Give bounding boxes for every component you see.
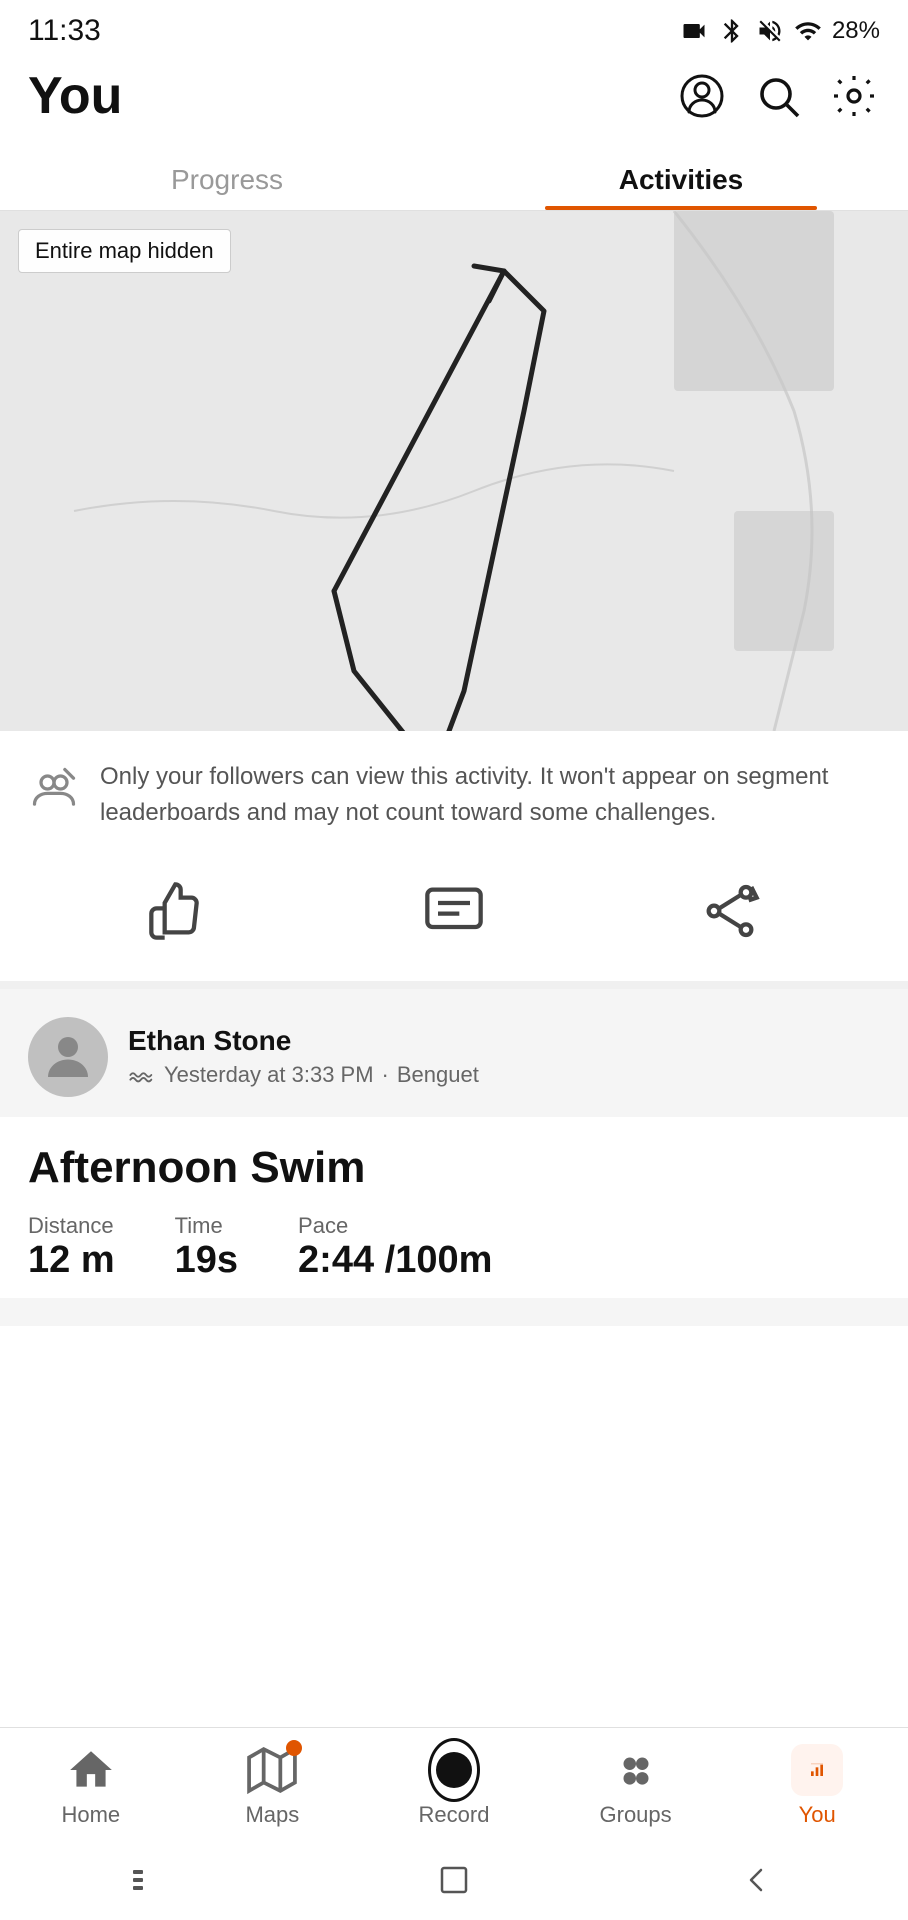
header-icons — [676, 70, 880, 122]
stat-distance-value: 12 m — [28, 1239, 115, 1282]
search-button[interactable] — [752, 70, 804, 122]
camera-status-icon — [680, 17, 708, 45]
activity-time: Yesterday at 3:33 PM — [164, 1062, 374, 1088]
map-area: Entire map hidden — [0, 211, 908, 731]
status-time: 11:33 — [28, 14, 101, 48]
stat-pace-label: Pace — [298, 1213, 492, 1239]
nav-you-label: You — [799, 1802, 836, 1828]
activity-dot: · — [382, 1062, 389, 1088]
map-svg — [0, 211, 908, 731]
record-nav-icon — [428, 1744, 480, 1796]
profile-button[interactable] — [676, 70, 728, 122]
nav-record[interactable]: Record — [404, 1744, 504, 1828]
share-button[interactable] — [690, 871, 770, 951]
nav-groups[interactable]: Groups — [586, 1744, 686, 1828]
nav-home[interactable]: Home — [41, 1744, 141, 1828]
sys-nav-home[interactable] — [424, 1860, 484, 1900]
activity-stats: Distance 12 m Time 19s Pace 2:44 /100m — [28, 1213, 880, 1298]
user-info: Ethan Stone Yesterday at 3:33 PM · Bengu… — [128, 1025, 479, 1089]
home-nav-icon — [65, 1744, 117, 1796]
you-nav-icon — [791, 1744, 843, 1796]
battery-text: 28% — [832, 17, 880, 45]
stat-pace-value: 2:44 /100m — [298, 1239, 492, 1282]
nav-groups-label: Groups — [600, 1802, 672, 1828]
activity-title: Afternoon Swim — [28, 1133, 880, 1193]
tab-progress[interactable]: Progress — [0, 146, 454, 210]
settings-button[interactable] — [828, 70, 880, 122]
activity-meta: Yesterday at 3:33 PM · Benguet — [128, 1061, 479, 1089]
maps-badge — [286, 1740, 302, 1756]
swim-icon — [128, 1061, 156, 1089]
activity-user: Ethan Stone Yesterday at 3:33 PM · Bengu… — [28, 1017, 880, 1097]
tab-activities[interactable]: Activities — [454, 146, 908, 210]
like-button[interactable] — [138, 871, 218, 951]
privacy-notice: Only your followers can view this activi… — [0, 731, 908, 851]
page-title: You — [28, 66, 122, 126]
groups-nav-icon — [610, 1744, 662, 1796]
bluetooth-icon — [718, 17, 746, 45]
status-bar: 11:33 28% — [0, 0, 908, 56]
record-circle-icon — [428, 1738, 480, 1802]
system-nav — [0, 1840, 908, 1920]
user-name: Ethan Stone — [128, 1025, 479, 1057]
nav-record-label: Record — [419, 1802, 490, 1828]
nav-home-label: Home — [61, 1802, 120, 1828]
activity-card: Ethan Stone Yesterday at 3:33 PM · Bengu… — [0, 989, 908, 1326]
nav-maps-label: Maps — [245, 1802, 299, 1828]
nav-maps[interactable]: Maps — [222, 1744, 322, 1828]
stat-time-label: Time — [175, 1213, 238, 1239]
status-icons: 28% — [680, 17, 880, 45]
top-header: You — [0, 56, 908, 146]
stat-time-value: 19s — [175, 1239, 238, 1282]
action-buttons — [0, 851, 908, 989]
privacy-icon — [28, 763, 80, 820]
mute-icon — [756, 17, 784, 45]
wifi-icon — [794, 17, 822, 45]
stat-time: Time 19s — [175, 1213, 238, 1282]
privacy-text: Only your followers can view this activi… — [100, 759, 880, 831]
stat-distance-label: Distance — [28, 1213, 115, 1239]
stat-distance: Distance 12 m — [28, 1213, 115, 1282]
sys-nav-back[interactable] — [727, 1860, 787, 1900]
sys-nav-menu[interactable] — [121, 1860, 181, 1900]
stat-pace: Pace 2:44 /100m — [298, 1213, 492, 1282]
activity-location: Benguet — [397, 1062, 479, 1088]
nav-you[interactable]: You — [767, 1744, 867, 1828]
bottom-nav: Home Maps Record — [0, 1727, 908, 1840]
avatar — [28, 1017, 108, 1097]
comment-button[interactable] — [414, 871, 494, 951]
map-hidden-badge: Entire map hidden — [18, 229, 231, 273]
maps-nav-icon — [246, 1744, 298, 1796]
tabs: Progress Activities — [0, 146, 908, 211]
bar-chart-icon — [809, 1745, 825, 1795]
